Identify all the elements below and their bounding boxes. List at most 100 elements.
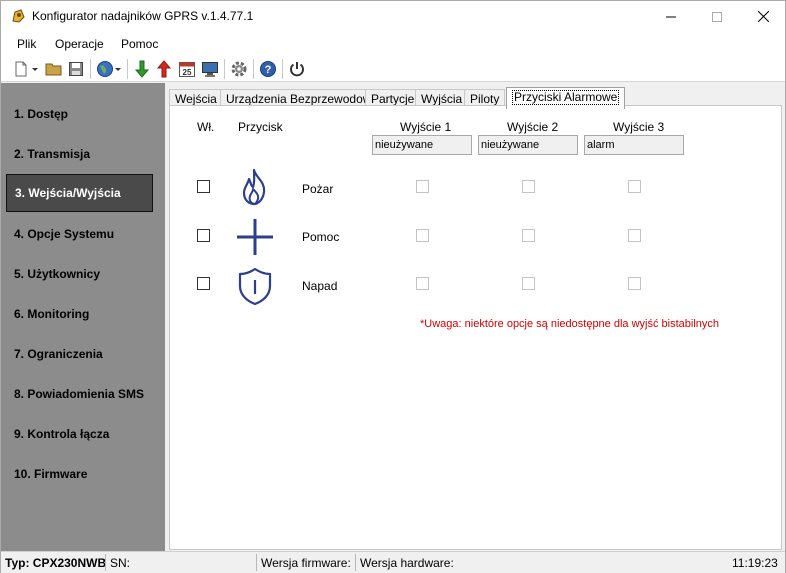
new-file-button[interactable] bbox=[11, 59, 31, 79]
sidebar-item-ograniczenia[interactable]: 7. Ograniczenia bbox=[6, 335, 153, 373]
calendar-icon: 25 bbox=[179, 62, 195, 77]
shield-icon bbox=[238, 267, 272, 306]
status-separator bbox=[256, 554, 257, 571]
upload-arrow-icon bbox=[156, 60, 172, 78]
monitor-icon bbox=[202, 62, 218, 77]
row-label-pomoc: Pomoc bbox=[302, 230, 340, 244]
app-logo-icon bbox=[12, 9, 25, 23]
sidebar-item-monitoring[interactable]: 6. Monitoring bbox=[6, 295, 153, 333]
row-label-pozar: Pożar bbox=[302, 182, 334, 196]
tab-label: Piloty bbox=[470, 92, 500, 106]
help-icon: ? bbox=[260, 61, 276, 77]
output-3-checkbox-pozar[interactable] bbox=[628, 180, 641, 193]
enable-checkbox-napad[interactable] bbox=[197, 277, 210, 290]
sidebar-item-transmisja[interactable]: 2. Transmisja bbox=[6, 135, 153, 173]
row-label-napad: Napad bbox=[302, 279, 338, 293]
toolbar-separator bbox=[253, 59, 254, 79]
output-1-checkbox-pozar[interactable] bbox=[416, 180, 429, 193]
output-2-mode-field[interactable] bbox=[478, 135, 578, 155]
menu-bar: Plik Operacje Pomoc bbox=[1, 32, 785, 56]
monitor-button[interactable] bbox=[200, 59, 220, 79]
sidebar-item-powiadomienia-sms[interactable]: 8. Powiadomienia SMS bbox=[6, 375, 153, 413]
tab-label: Przyciski Alarmowe bbox=[512, 90, 620, 105]
device-type-label: Typ: CPX230NWB bbox=[5, 556, 107, 570]
output-2-checkbox-napad[interactable] bbox=[522, 277, 535, 290]
column-header-output-1: Wyjście 1 bbox=[400, 120, 452, 134]
calendar-button[interactable]: 25 bbox=[177, 59, 197, 79]
app-window: Konfigurator nadajników GPRS v.1.4.77.1 … bbox=[0, 0, 786, 573]
toolbar-separator bbox=[282, 59, 283, 79]
sidebar-item-wejscia-wyjscia[interactable]: 3. Wejścia/Wyjścia bbox=[6, 174, 153, 212]
sidebar-item-dostep[interactable]: 1. Dostęp bbox=[6, 95, 153, 133]
menu-pomoc[interactable]: Pomoc bbox=[121, 37, 158, 51]
open-folder-button[interactable] bbox=[44, 59, 64, 79]
globe-button[interactable] bbox=[95, 59, 115, 79]
menu-operacje[interactable]: Operacje bbox=[55, 37, 104, 51]
open-folder-icon bbox=[45, 63, 62, 76]
new-file-dropdown[interactable] bbox=[29, 59, 41, 79]
serial-number-label: SN: bbox=[110, 556, 131, 570]
download-arrow-icon bbox=[134, 60, 150, 78]
globe-dropdown[interactable] bbox=[113, 59, 123, 79]
enable-checkbox-pomoc[interactable] bbox=[197, 229, 210, 242]
enable-checkbox-pozar[interactable] bbox=[197, 180, 210, 193]
fire-icon bbox=[242, 168, 266, 206]
svg-text:25: 25 bbox=[183, 68, 192, 77]
settings-button[interactable] bbox=[229, 59, 249, 79]
column-header-output-3: Wyjście 3 bbox=[613, 120, 665, 134]
clock-label: 11:19:23 bbox=[732, 556, 778, 570]
tab-label: Wejścia bbox=[175, 92, 217, 106]
new-file-icon bbox=[15, 61, 27, 77]
sidebar: 1. Dostęp 2. Transmisja 3. Wejścia/Wyjśc… bbox=[1, 83, 165, 551]
save-button[interactable] bbox=[66, 59, 86, 79]
toolbar-separator bbox=[90, 59, 91, 79]
status-separator bbox=[105, 554, 106, 571]
help-button[interactable]: ? bbox=[258, 59, 278, 79]
output-3-checkbox-pomoc[interactable] bbox=[628, 229, 641, 242]
hardware-version-label: Wersja hardware: bbox=[360, 556, 454, 570]
toolbar-separator bbox=[127, 59, 128, 79]
save-icon bbox=[69, 62, 83, 76]
sidebar-item-uzytkownicy[interactable]: 5. Użytkownicy bbox=[6, 255, 153, 293]
upload-button[interactable] bbox=[154, 59, 174, 79]
title-bar: Konfigurator nadajników GPRS v.1.4.77.1 bbox=[1, 1, 785, 32]
output-1-checkbox-napad[interactable] bbox=[416, 277, 429, 290]
main-content: Wejścia Urządzenia Bezprzewodowe Partycj… bbox=[165, 83, 785, 551]
sidebar-item-opcje-systemu[interactable]: 4. Opcje Systemu bbox=[6, 215, 153, 253]
plus-icon bbox=[237, 219, 273, 255]
sidebar-item-kontrola-lacza[interactable]: 9. Kontrola łącza bbox=[6, 415, 153, 453]
menu-plik[interactable]: Plik bbox=[17, 37, 36, 51]
output-2-checkbox-pozar[interactable] bbox=[522, 180, 535, 193]
column-header-enabled: Wł. bbox=[197, 120, 215, 134]
window-title: Konfigurator nadajników GPRS v.1.4.77.1 bbox=[32, 9, 254, 23]
maximize-icon bbox=[712, 11, 722, 22]
gear-icon bbox=[231, 61, 247, 77]
output-1-mode-field[interactable] bbox=[372, 135, 472, 155]
tab-przyciski-alarmowe[interactable]: Przyciski Alarmowe bbox=[506, 87, 626, 109]
globe-icon bbox=[97, 61, 113, 77]
svg-text:?: ? bbox=[265, 64, 272, 76]
minimize-icon bbox=[666, 16, 676, 17]
output-1-checkbox-pomoc[interactable] bbox=[416, 229, 429, 242]
status-separator bbox=[355, 554, 356, 571]
tab-label: Urządzenia Bezprzewodowe bbox=[226, 92, 379, 106]
tab-panel: Wł. Przycisk Wyjście 1 Wyjście 2 Wyjście… bbox=[169, 105, 782, 550]
maximize-button[interactable] bbox=[694, 1, 740, 32]
toolbar-separator bbox=[224, 59, 225, 79]
sidebar-item-firmware[interactable]: 10. Firmware bbox=[6, 455, 153, 493]
toolbar: 25 ? bbox=[1, 56, 785, 82]
output-3-mode-field[interactable] bbox=[584, 135, 684, 155]
status-bar: Typ: CPX230NWB SN: Wersja firmware: Wers… bbox=[1, 551, 785, 573]
power-button[interactable] bbox=[287, 59, 307, 79]
power-icon bbox=[290, 62, 304, 77]
chevron-down-icon bbox=[32, 68, 38, 71]
bistable-warning-text: *Uwaga: niektóre opcje są niedostępne dl… bbox=[420, 318, 720, 330]
tab-label: Wyjścia bbox=[421, 92, 463, 106]
minimize-button[interactable] bbox=[648, 1, 694, 32]
output-2-checkbox-pomoc[interactable] bbox=[522, 229, 535, 242]
output-3-checkbox-napad[interactable] bbox=[628, 277, 641, 290]
column-header-output-2: Wyjście 2 bbox=[507, 120, 559, 134]
firmware-version-label: Wersja firmware: bbox=[261, 556, 351, 570]
download-button[interactable] bbox=[132, 59, 152, 79]
close-button[interactable] bbox=[740, 1, 786, 32]
